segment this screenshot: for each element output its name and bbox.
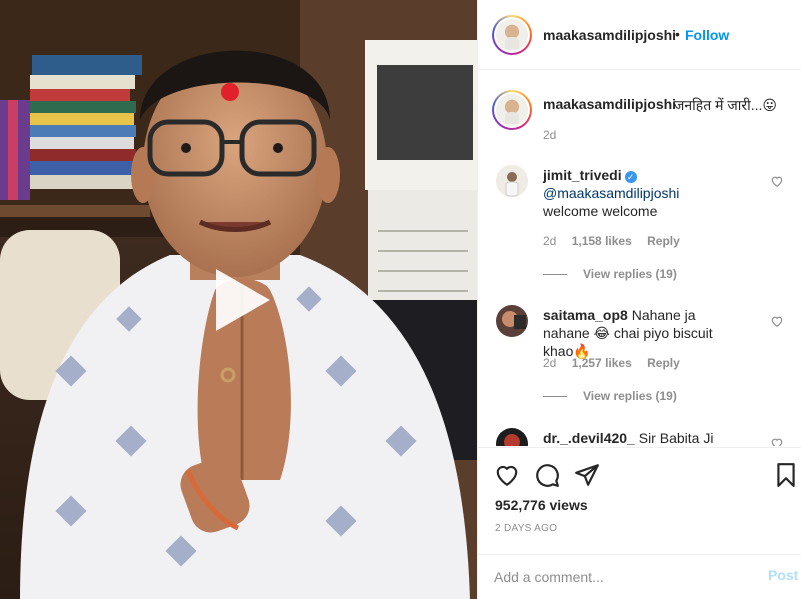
header-username[interactable]: maakasamdilipjoshi	[543, 27, 676, 43]
comment-username[interactable]: dr._.devil420_	[543, 430, 635, 446]
header-avatar[interactable]	[492, 15, 532, 55]
view-replies-label: View replies (19)	[583, 267, 677, 281]
reply-button[interactable]: Reply	[647, 234, 680, 248]
bookmark-icon[interactable]	[773, 462, 799, 488]
post-header: maakasamdilipjoshi • Follow	[478, 0, 801, 70]
play-button[interactable]	[204, 265, 274, 335]
post-actions: 952,776 views 2 DAYS AGO	[478, 447, 801, 554]
replies-divider	[543, 396, 567, 398]
comment-avatar[interactable]	[496, 165, 528, 197]
caption-username[interactable]: maakasamdilipjoshi	[543, 96, 676, 112]
post-sidebar: maakasamdilipjoshi • Follow maakasamdili…	[477, 0, 801, 599]
comment-meta: 2d 1,158 likes Reply	[543, 234, 692, 248]
comment-avatar[interactable]	[496, 305, 528, 337]
header-separator: •	[675, 26, 680, 42]
view-replies-button[interactable]: View replies (19)	[543, 267, 677, 281]
comment-likes[interactable]: 1,158 likes	[572, 234, 632, 248]
comment-body: dr._.devil420_ Sir Babita Ji kaisi	[543, 429, 743, 446]
post-button[interactable]: Post	[768, 567, 798, 583]
comment-like-heart-icon[interactable]	[770, 314, 784, 328]
view-replies-button[interactable]: View replies (19)	[543, 389, 677, 403]
comment-like-heart-icon[interactable]	[770, 174, 784, 188]
comment-body: jimit_trivedi ✓ @maakasamdilipjoshi welco…	[543, 166, 738, 220]
replies-divider	[543, 274, 567, 276]
share-icon[interactable]	[574, 462, 600, 488]
view-count[interactable]: 952,776 views	[495, 497, 588, 513]
follow-button[interactable]: Follow	[685, 27, 729, 43]
reply-button[interactable]: Reply	[647, 356, 680, 370]
comment-username[interactable]: jimit_trivedi	[543, 167, 622, 183]
comment-time[interactable]: 2d	[543, 356, 556, 370]
comment-time[interactable]: 2d	[543, 234, 556, 248]
heart-icon[interactable]	[494, 462, 520, 488]
post-date[interactable]: 2 DAYS AGO	[495, 523, 557, 534]
video-player[interactable]	[0, 0, 477, 599]
caption-text: जनहित में जारी...😛	[674, 97, 777, 113]
add-comment-bar: Post	[478, 554, 801, 599]
add-comment-input[interactable]	[494, 565, 744, 589]
verified-badge-icon: ✓	[624, 171, 637, 183]
comment-body: saitama_op8 Nahane ja nahane 😂 chai piyo…	[543, 306, 738, 360]
play-icon	[216, 269, 270, 331]
comment-icon[interactable]	[534, 462, 560, 488]
comment-mention[interactable]: @maakasamdilipjoshi	[543, 185, 679, 201]
comment-text: welcome welcome	[543, 203, 658, 219]
comments-list[interactable]: maakasamdilipjoshi जनहित में जारी...😛 2d…	[478, 71, 801, 446]
view-replies-label: View replies (19)	[583, 389, 677, 403]
comment-avatar[interactable]	[496, 428, 528, 446]
comment-meta: 2d 1,257 likes Reply	[543, 356, 692, 370]
comment-likes[interactable]: 1,257 likes	[572, 356, 632, 370]
comment-username[interactable]: saitama_op8	[543, 307, 628, 323]
caption-time[interactable]: 2d	[543, 128, 556, 142]
comment-like-heart-icon[interactable]	[770, 436, 784, 446]
caption-avatar[interactable]	[492, 90, 532, 130]
